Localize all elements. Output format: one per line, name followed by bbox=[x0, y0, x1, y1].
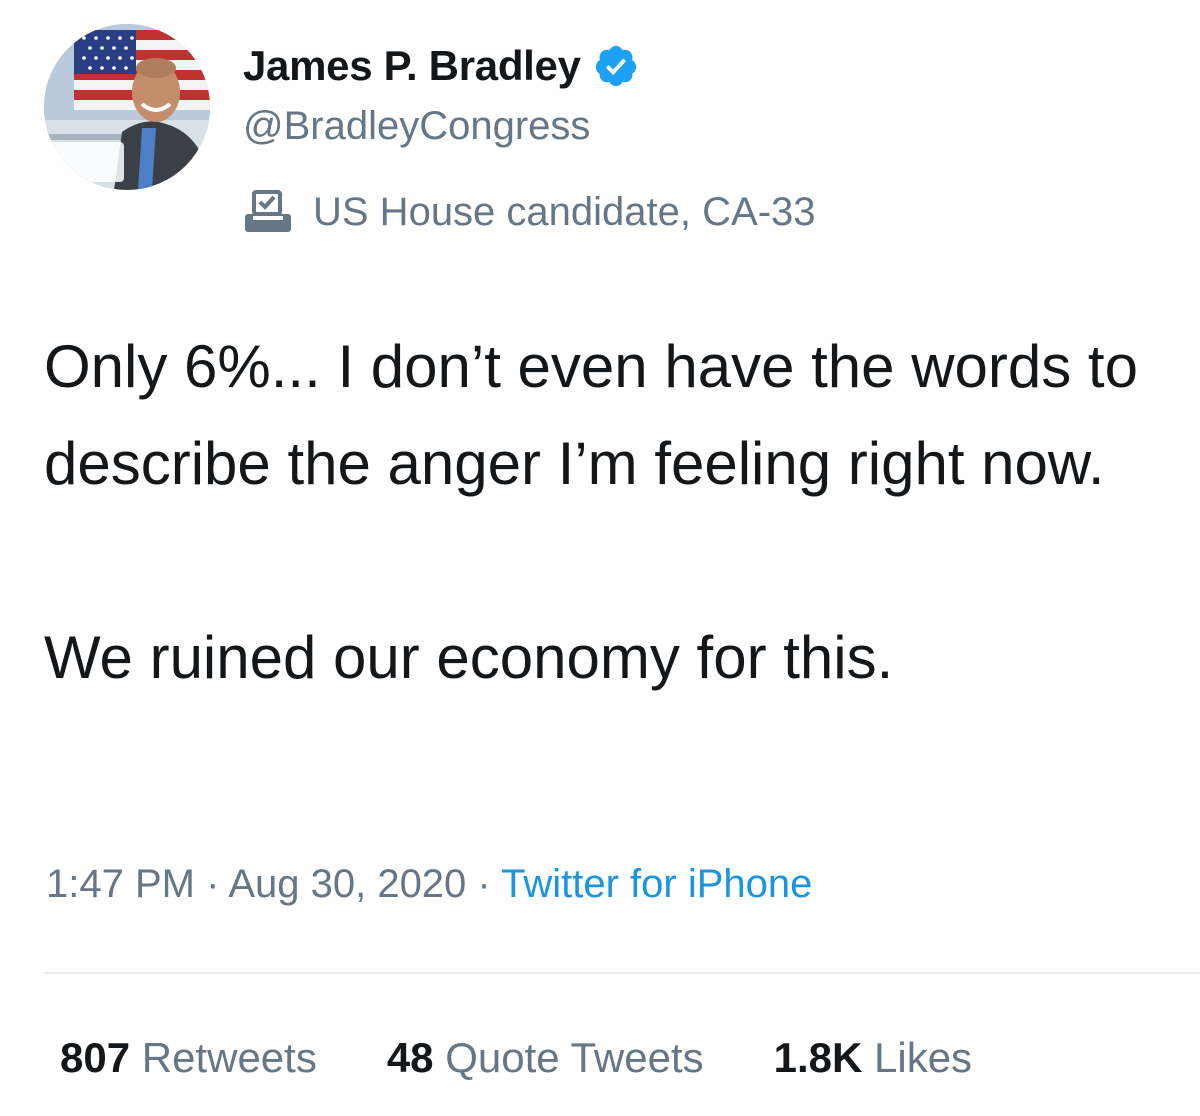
tweet-time[interactable]: 1:47 PM bbox=[46, 862, 195, 906]
tweet-date[interactable]: Aug 30, 2020 bbox=[228, 862, 466, 906]
verified-badge-icon bbox=[595, 45, 636, 87]
author-name-row[interactable]: James P. Bradley bbox=[243, 34, 639, 98]
divider bbox=[44, 972, 1200, 974]
author-affiliation-label: US House candidate, CA-33 bbox=[243, 184, 816, 240]
quote-tweets-stat[interactable]: 48 Quote Tweets bbox=[387, 1034, 704, 1082]
tweet-text: Only 6%... I don’t even have the words t… bbox=[44, 318, 1174, 706]
likes-label: Likes bbox=[874, 1034, 973, 1081]
tweet-meta: 1:47 PM · Aug 30, 2020 · Twitter for iPh… bbox=[46, 862, 812, 907]
tweet-text-paragraph-1: Only 6%... I don’t even have the words t… bbox=[44, 333, 1138, 497]
quote-tweets-count: 48 bbox=[386, 1034, 434, 1081]
quote-tweets-label: Quote Tweets bbox=[445, 1034, 704, 1081]
tweet-text-paragraph-2: We ruined our economy for this. bbox=[44, 624, 894, 691]
avatar[interactable] bbox=[44, 24, 210, 190]
retweets-count: 807 bbox=[60, 1034, 131, 1081]
tweet-source-link[interactable]: Twitter for iPhone bbox=[501, 862, 812, 906]
tweet-stats: 807 Retweets 48 Quote Tweets 1.8K Likes bbox=[60, 1034, 1042, 1082]
likes-count: 1.8K bbox=[773, 1034, 863, 1081]
ballot-box-icon bbox=[245, 190, 291, 232]
author-name[interactable]: James P. Bradley bbox=[243, 42, 581, 90]
meta-separator: · bbox=[466, 862, 502, 906]
retweets-label: Retweets bbox=[141, 1034, 317, 1081]
author-handle[interactable]: @BradleyCongress bbox=[243, 104, 590, 149]
affiliation-text: US House candidate, CA-33 bbox=[313, 189, 816, 234]
meta-separator: · bbox=[194, 862, 229, 906]
retweets-stat[interactable]: 807 Retweets bbox=[60, 1034, 317, 1082]
likes-stat[interactable]: 1.8K Likes bbox=[774, 1034, 972, 1082]
